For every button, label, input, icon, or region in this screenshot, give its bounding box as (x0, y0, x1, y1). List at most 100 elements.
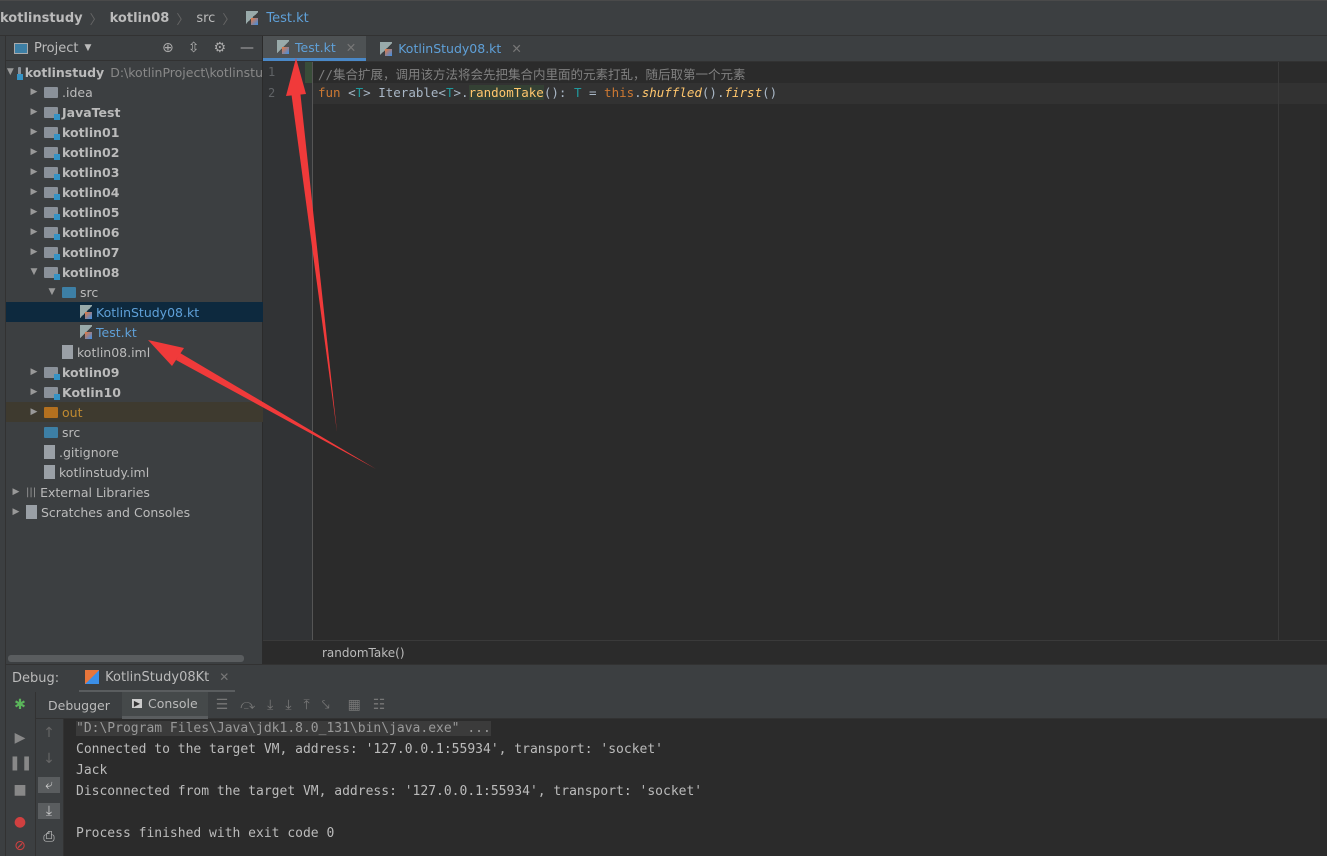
folder-icon (44, 166, 60, 180)
tree-item-label: kotlin02 (62, 144, 120, 160)
scroll-to-end-icon[interactable]: ⤓ (38, 803, 60, 819)
tree-item[interactable]: Test.kt (6, 322, 263, 342)
chevron-down-icon[interactable]: ▼ (7, 67, 14, 77)
scratch-icon (26, 505, 37, 519)
tree-item[interactable]: ▼ kotlinstudy D:\kotlinProject\kotlinstu (6, 62, 263, 82)
tree-item[interactable]: ▶ JavaTest (6, 102, 263, 122)
tree-item[interactable]: src (6, 422, 263, 442)
console-line: Jack (76, 763, 108, 778)
tree-item-label: kotlinstudy (24, 64, 105, 80)
chevron-right-icon[interactable]: ▶ (28, 187, 40, 197)
chevron-right-icon[interactable]: ▶ (28, 387, 40, 397)
console-line: "D:\Program Files\Java\jdk1.8.0_131\bin\… (76, 721, 491, 736)
tree-item[interactable]: kotlin08.iml (6, 342, 263, 362)
chevron-right-icon[interactable]: ▶ (28, 107, 40, 117)
file-icon (62, 345, 73, 359)
tree-item[interactable]: ▶ kotlin06 (6, 222, 263, 242)
tree-item[interactable]: ▶ kotlin01 (6, 122, 263, 142)
chevron-right-icon[interactable]: ▶ (28, 87, 40, 97)
chevron-right-icon[interactable]: ▶ (28, 247, 40, 257)
tab-label: KotlinStudy08.kt (398, 41, 502, 56)
tree-item[interactable]: ▼ kotlin08 (6, 262, 263, 282)
tree-item[interactable]: ▶ kotlin09 (6, 362, 263, 382)
close-icon[interactable]: ✕ (346, 40, 356, 55)
locate-icon[interactable]: ⊕ (162, 40, 174, 56)
tree-item[interactable]: ▶ Kotlin10 (6, 382, 263, 402)
resume-icon[interactable]: ▶ (9, 730, 31, 746)
code-comment[interactable]: //集合扩展，调用该方法将会先把集合内里面的元素打乱，随后取第一个元素 (318, 64, 746, 83)
pause-icon[interactable]: ❚❚ (9, 755, 32, 771)
folder-icon (44, 426, 58, 438)
mute-breakpoints-icon[interactable]: ⊘ (9, 838, 31, 854)
tree-item-label: kotlinstudy.iml (59, 464, 150, 480)
tree-item[interactable]: ▶ Scratches and Consoles (6, 502, 263, 522)
debug-session-tab[interactable]: KotlinStudy08Kt ✕ (79, 665, 236, 693)
tree-item[interactable]: ▶ ||| External Libraries (6, 482, 263, 502)
chevron-down-icon[interactable]: ▼ (28, 267, 40, 277)
debug-side-toolbar: ✱ ▶ ❚❚ ■ ● ⊘ (6, 692, 36, 856)
line-number: 2 (268, 86, 276, 100)
tree-item[interactable]: ▶ kotlin05 (6, 202, 263, 222)
kotlin-file-icon (380, 41, 393, 56)
crumb-file[interactable]: Test.kt (266, 11, 308, 26)
step-controls-icon[interactable]: ☰⤼⤓⤓⤒⤥ (216, 697, 342, 713)
crumb-src[interactable]: src (196, 11, 215, 26)
tab-console-label: Console (148, 696, 198, 711)
chevron-right-icon[interactable]: ▶ (28, 127, 40, 137)
down-arrow-icon[interactable]: ↓ (38, 751, 60, 767)
tab-test-kt[interactable]: Test.kt ✕ (263, 36, 367, 61)
gear-icon[interactable]: ⚙ (213, 40, 226, 56)
chevron-right-icon[interactable]: ▶ (28, 407, 40, 417)
close-icon[interactable]: ✕ (219, 670, 229, 684)
tree-item-label: kotlin07 (62, 244, 120, 260)
tree-item[interactable]: ▶ out (6, 402, 263, 422)
chevron-right-icon[interactable]: ▶ (28, 367, 40, 377)
kotlin-file-icon (246, 11, 259, 25)
tree-item[interactable]: ▶ kotlin04 (6, 182, 263, 202)
tree-item[interactable]: ▶ kotlin02 (6, 142, 263, 162)
soft-wrap-icon[interactable]: ⤶ (38, 777, 60, 793)
editor-breadcrumb[interactable]: randomTake() (263, 640, 1327, 664)
print-icon[interactable]: ⎙ (38, 829, 60, 845)
tab-debugger[interactable]: Debugger (36, 698, 122, 713)
close-icon[interactable]: ✕ (511, 41, 521, 56)
chevron-right-icon[interactable]: ▶ (10, 487, 22, 497)
crumb-module[interactable]: kotlin08 (110, 11, 170, 26)
evaluate-icons[interactable]: ▦☷ (348, 697, 398, 713)
console-icon: ▶ (131, 699, 143, 708)
code-line-2[interactable]: fun <T> Iterable<T>.randomTake(): T = th… (318, 85, 777, 100)
tab-console[interactable]: ▶ Console (121, 691, 208, 719)
chevron-right-icon[interactable]: ▶ (28, 167, 40, 177)
tree-item[interactable]: kotlinstudy.iml (6, 462, 263, 482)
tree-item-label: JavaTest (62, 104, 121, 120)
minimize-icon[interactable]: — (240, 40, 254, 56)
session-label: KotlinStudy08Kt (105, 669, 210, 685)
crumb-project[interactable]: kotlinstudy (0, 11, 83, 26)
chevron-right-icon[interactable]: ▶ (28, 147, 40, 157)
tree-item[interactable]: KotlinStudy08.kt (6, 302, 263, 322)
tab-kotlinstudy08-kt[interactable]: KotlinStudy08.kt ✕ (366, 36, 532, 61)
stop-icon[interactable]: ■ (9, 782, 31, 798)
tree-horizontal-scrollbar[interactable] (8, 655, 244, 662)
tree-item[interactable]: .gitignore (6, 442, 263, 462)
project-panel: Project ▼ ⊕ ⇳ ⚙ — ▼ kotlinstudy D:\kotlinProje… (6, 36, 263, 664)
tree-item[interactable]: ▶ .idea (6, 82, 263, 102)
breakpoints-icon[interactable]: ● (9, 814, 31, 830)
chevron-right-icon[interactable]: ▶ (10, 507, 22, 517)
tree-item-label: src (80, 284, 99, 300)
folder-icon (44, 406, 58, 418)
project-view-selector[interactable]: Project (34, 41, 78, 56)
folder-icon (44, 126, 60, 140)
debug-header: Debug: KotlinStudy08Kt ✕ (6, 664, 1327, 693)
chevron-down-icon[interactable]: ▼ (46, 287, 58, 297)
folder-icon (62, 286, 76, 298)
tree-item[interactable]: ▶ kotlin03 (6, 162, 263, 182)
up-arrow-icon[interactable]: ↑ (38, 725, 60, 741)
collapse-all-icon[interactable]: ⇳ (188, 40, 200, 56)
tree-item[interactable]: ▼ src (6, 282, 263, 302)
chevron-right-icon[interactable]: ▶ (28, 207, 40, 217)
bug-icon[interactable]: ✱ (9, 697, 31, 713)
chevron-right-icon[interactable]: ▶ (28, 227, 40, 237)
editor-tabs: Test.kt ✕ KotlinStudy08.kt ✕ (263, 36, 1327, 62)
tree-item[interactable]: ▶ kotlin07 (6, 242, 263, 262)
